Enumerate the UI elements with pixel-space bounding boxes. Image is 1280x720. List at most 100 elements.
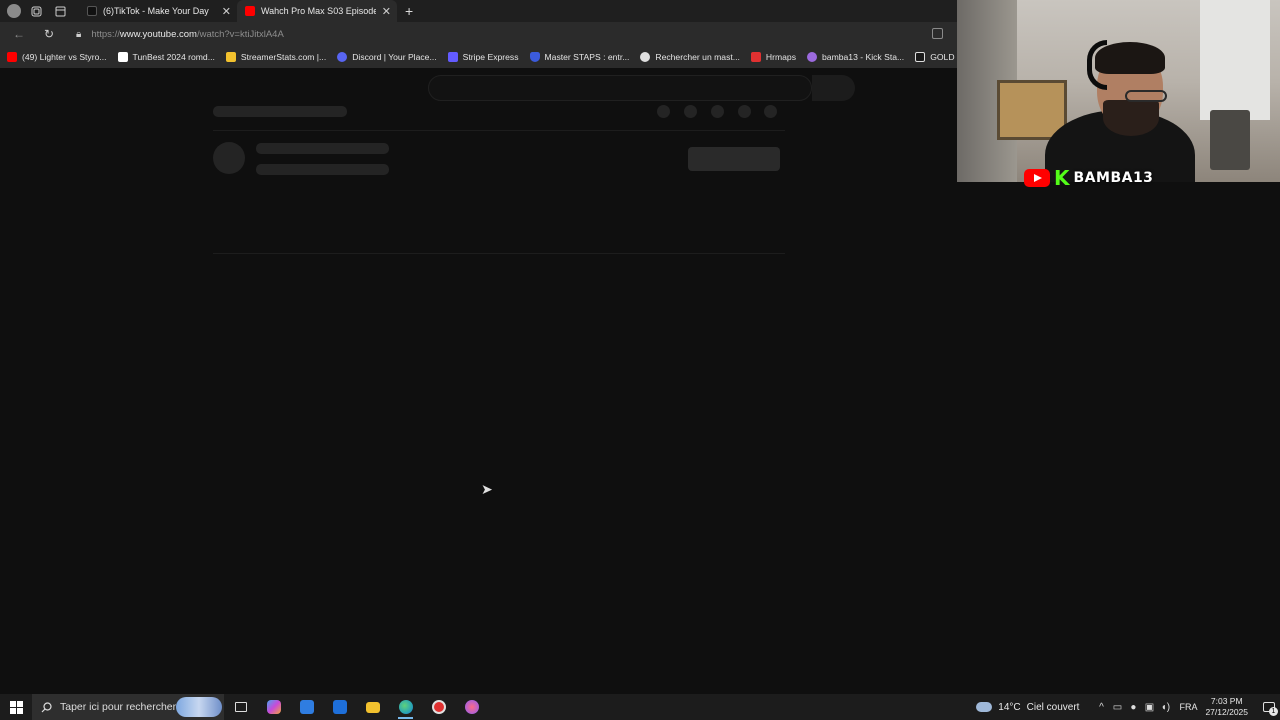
streamer-tag: K BAMBA13 (1024, 168, 1153, 188)
subscribe-button-skeleton (688, 147, 780, 171)
hrmaps-icon (750, 52, 761, 62)
url-field[interactable]: 🔒︎ https://www.youtube.com/watch?v=ktiJi… (76, 29, 284, 40)
headset-icon (1087, 40, 1107, 90)
back-arrow-icon[interactable]: ← (10, 27, 28, 41)
bookmark-item[interactable]: bamba13 - Kick Sta... (807, 52, 904, 62)
bookmark-item[interactable]: Master STAPS : entr... (529, 52, 630, 62)
bookmark-item[interactable]: Hrmaps (750, 52, 797, 62)
refresh-icon[interactable]: ↻ (40, 27, 58, 41)
profile-avatar[interactable] (7, 4, 21, 18)
notification-count: 1 (1269, 707, 1278, 716)
outlook-glyph (332, 700, 347, 714)
bookmark-label: Stripe Express (462, 52, 519, 62)
tradingview-icon (915, 52, 926, 62)
bookmark-item[interactable]: StreamerStats.com |... (225, 52, 327, 62)
bookmark-label: bamba13 - Kick Sta... (822, 52, 905, 62)
edge-icon[interactable] (389, 694, 422, 720)
outlook-icon[interactable] (323, 694, 356, 720)
youtube-logo-icon (1024, 169, 1050, 187)
discord-icon (337, 52, 348, 62)
bookmark-label: Hrmaps (765, 52, 797, 62)
shield-icon (529, 52, 540, 62)
action-dot-skeleton (711, 105, 724, 118)
copilot-glyph (266, 700, 281, 714)
split-screen-icon[interactable] (932, 28, 943, 39)
weather-temperature: 14°C (998, 701, 1021, 713)
bookmark-item[interactable]: Stripe Express (447, 52, 519, 62)
bookmark-label: TunBest 2024 romd... (132, 52, 215, 62)
globe-icon (807, 52, 818, 62)
file-explorer-icon[interactable] (356, 694, 389, 720)
search-bar-skeleton (428, 75, 812, 101)
address-toolbar: ← ↻ 🔒︎ https://www.youtube.com/watch?v=k… (0, 22, 957, 46)
youtube-icon (245, 6, 255, 16)
messenger-icon[interactable] (455, 694, 488, 720)
tiktok-icon (87, 6, 97, 16)
tab-youtube-active[interactable]: Wahch Pro Max S03 Episode 04 ✕ (237, 0, 397, 22)
bookmark-item[interactable]: TunBest 2024 romd... (117, 52, 215, 62)
screen-recorder-icon[interactable] (422, 694, 455, 720)
youtube-icon (7, 52, 17, 62)
streamer-figure (1125, 90, 1167, 102)
workspaces-icon[interactable] (27, 2, 45, 20)
windows-taskbar: Taper ici pour rechercher 14°C Ciel couv… (0, 694, 1280, 720)
webcam-background (1210, 110, 1250, 170)
user-icon (640, 52, 651, 62)
url-host: www.youtube.com (119, 28, 197, 40)
language-indicator[interactable]: FRA (1179, 702, 1197, 712)
task-view-icon[interactable] (224, 694, 257, 720)
subscriber-count-skeleton (256, 164, 389, 175)
taskbar-search-box[interactable]: Taper ici pour rechercher (32, 694, 224, 720)
kick-logo-icon: K (1054, 166, 1070, 190)
weather-widget[interactable]: 14°C Ciel couvert (976, 702, 1079, 713)
store-glyph (299, 700, 314, 714)
url-path: /watch?v=ktiJitxlA4A (196, 28, 284, 40)
channel-avatar-skeleton (213, 142, 245, 174)
search-highlight-image (176, 697, 222, 717)
action-dot-skeleton (764, 105, 777, 118)
bookmark-item[interactable]: (49) Lighter vs Styro... (7, 52, 107, 62)
bookmark-label: Master STAPS : entr... (544, 52, 630, 62)
url-scheme: https:// (91, 28, 120, 40)
bookmark-label: StreamerStats.com |... (240, 52, 327, 62)
notification-center-button[interactable]: 1 (1258, 694, 1280, 720)
copilot-icon[interactable] (257, 694, 290, 720)
page-icon (117, 52, 128, 62)
weather-description: Ciel couvert (1026, 701, 1080, 713)
close-tab-icon[interactable]: ✕ (382, 5, 391, 18)
tab-tiktok[interactable]: (6)TikTok - Make Your Day ✕ (79, 0, 237, 22)
video-title-skeleton (213, 106, 347, 117)
system-tray: 14°C Ciel couvert ^ ▭ ● ▣ ◖) FRA 7:03 PM… (976, 694, 1280, 720)
volume-icon[interactable]: ◖) (1157, 702, 1173, 713)
divider (213, 130, 785, 131)
streamer-name: BAMBA13 (1073, 170, 1154, 186)
search-icon (41, 701, 52, 712)
microphone-icon[interactable]: ● (1125, 702, 1141, 713)
notification-icon: 1 (1263, 702, 1278, 716)
close-tab-icon[interactable]: ✕ (222, 5, 231, 18)
action-dot-skeleton (738, 105, 751, 118)
channel-name-skeleton (256, 143, 389, 154)
network-icon[interactable]: ▭ (1109, 702, 1125, 713)
bar-chart-icon (225, 52, 236, 62)
display-icon[interactable]: ▣ (1141, 702, 1157, 713)
webcam-overlay (957, 0, 1280, 182)
bookmark-item[interactable]: Rechercher un mast... (640, 52, 740, 62)
clock[interactable]: 7:03 PM 27/12/2025 (1205, 696, 1248, 718)
store-icon[interactable] (290, 694, 323, 720)
recorder-glyph (431, 700, 446, 714)
new-tab-button[interactable]: + (405, 3, 413, 19)
start-button[interactable] (0, 694, 32, 720)
tab-title: (6)TikTok - Make Your Day (103, 6, 209, 16)
chevron-up-icon[interactable]: ^ (1093, 702, 1109, 713)
bookmark-label: Discord | Your Place... (352, 52, 437, 62)
bookmark-item[interactable]: Discord | Your Place... (337, 52, 437, 62)
divider (213, 253, 785, 254)
clock-time: 7:03 PM (1210, 696, 1243, 706)
action-dot-skeleton (684, 105, 697, 118)
search-placeholder: Taper ici pour rechercher (60, 701, 177, 713)
tab-actions-icon[interactable] (51, 2, 69, 20)
screen: (6)TikTok - Make Your Day ✕ Wahch Pro Ma… (0, 0, 1280, 720)
streamer-figure (1103, 100, 1159, 136)
youtube-loading-page: ➤ (3, 68, 957, 690)
